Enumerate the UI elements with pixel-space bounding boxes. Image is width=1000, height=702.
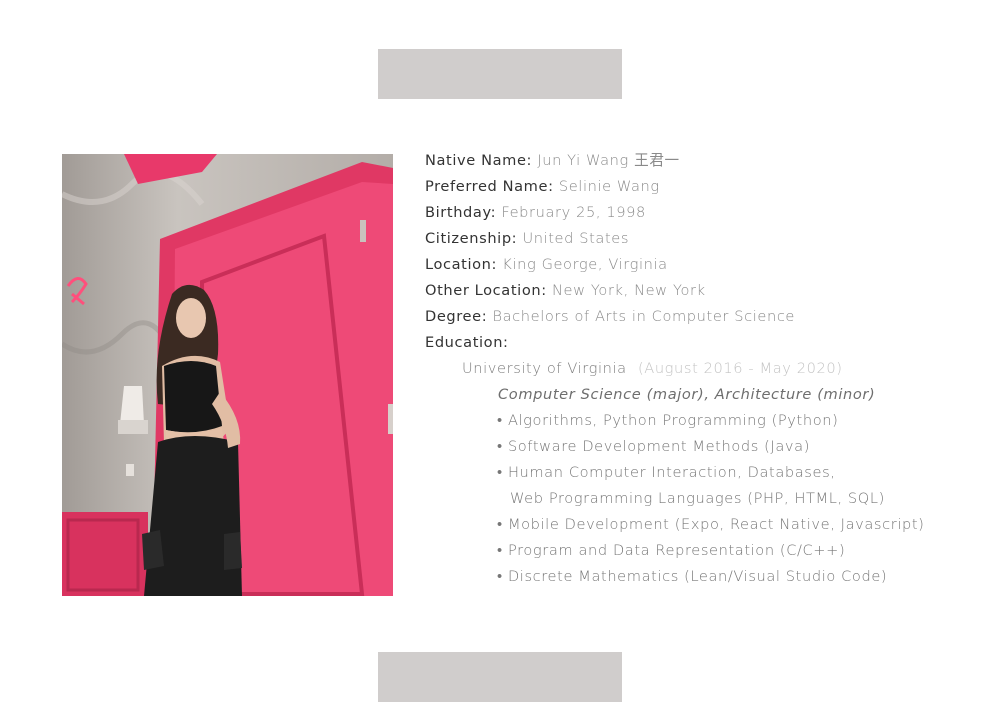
course-item: • Software Development Methods (Java) <box>497 438 810 455</box>
school-row: University of Virginia (August 2016 - Ma… <box>425 356 985 382</box>
location-row: Location: King George, Virginia <box>425 252 985 278</box>
degree-value: Bachelors of Arts in Computer Science <box>492 308 796 325</box>
course-item: • Mobile Development (Expo, React Native… <box>497 516 925 533</box>
birthday-label: Birthday: <box>425 204 497 221</box>
education-row: Education: <box>425 330 985 356</box>
native-name-row: Native Name: Jun Yi Wang 王君一 <box>425 148 985 174</box>
school-dates: (August 2016 - May 2020) <box>637 360 843 377</box>
profile-info: Native Name: Jun Yi Wang 王君一 Preferred N… <box>425 148 985 590</box>
course-item: • Algorithms, Python Programming (Python… <box>497 412 839 429</box>
about-page: Native Name: Jun Yi Wang 王君一 Preferred N… <box>0 0 1000 702</box>
course-item: • Program and Data Representation (C/C++… <box>497 542 846 559</box>
preferred-name-label: Preferred Name: <box>425 178 554 195</box>
other-location-row: Other Location: New York, New York <box>425 278 985 304</box>
other-location-value: New York, New York <box>551 282 706 299</box>
preferred-name-value: Selinie Wang <box>558 178 660 195</box>
major-row: Computer Science (major), Architecture (… <box>498 386 876 403</box>
profile-photo <box>62 154 393 596</box>
native-name-value: Jun Yi Wang 王君一 <box>537 152 680 169</box>
native-name-label: Native Name: <box>425 152 533 169</box>
course-item: • Human Computer Interaction, Databases, <box>497 464 836 481</box>
school-name: University of Virginia <box>462 360 627 377</box>
education-label: Education: <box>425 334 509 351</box>
top-placeholder-bar <box>378 49 622 99</box>
bottom-placeholder-bar <box>378 652 622 702</box>
citizenship-row: Citizenship: United States <box>425 226 985 252</box>
location-label: Location: <box>425 256 498 273</box>
course-item: • Discrete Mathematics (Lean/Visual Stud… <box>497 568 888 585</box>
location-value: King George, Virginia <box>502 256 668 273</box>
course-item-continuation: Web Programming Languages (PHP, HTML, SQ… <box>510 490 885 507</box>
birthday-row: Birthday: February 25, 1998 <box>425 200 985 226</box>
other-location-label: Other Location: <box>425 282 547 299</box>
degree-row: Degree: Bachelors of Arts in Computer Sc… <box>425 304 985 330</box>
preferred-name-row: Preferred Name: Selinie Wang <box>425 174 985 200</box>
citizenship-label: Citizenship: <box>425 230 518 247</box>
degree-label: Degree: <box>425 308 488 325</box>
citizenship-value: United States <box>522 230 630 247</box>
birthday-value: February 25, 1998 <box>501 204 646 221</box>
